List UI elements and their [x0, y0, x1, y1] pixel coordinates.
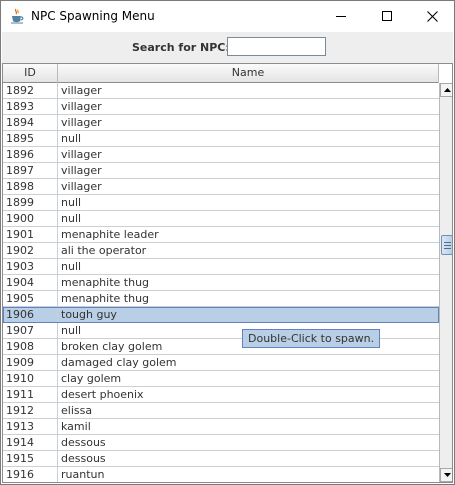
table-row[interactable]: 1894 villager	[3, 115, 439, 131]
table-row[interactable]: 1896 villager	[3, 147, 439, 163]
cell-name: villager	[61, 116, 102, 129]
cell-id: 1897	[3, 163, 58, 178]
cell-name: kamil	[61, 420, 91, 433]
table-row[interactable]: 1893 villager	[3, 99, 439, 115]
window-title: NPC Spawning Menu	[31, 9, 155, 23]
table-row[interactable]: 1911 desert phoenix	[3, 387, 439, 403]
cell-name: dessous	[61, 436, 106, 449]
cell-name: menaphite leader	[61, 228, 159, 241]
cell-name: elissa	[61, 404, 93, 417]
cell-name: desert phoenix	[61, 388, 144, 401]
cell-id: 1911	[3, 387, 58, 402]
cell-id: 1909	[3, 355, 58, 370]
cell-id: 1906	[3, 307, 58, 322]
table-row[interactable]: 1897 villager	[3, 163, 439, 179]
search-input[interactable]	[227, 37, 326, 56]
cell-id: 1905	[3, 291, 58, 306]
cell-id: 1916	[3, 467, 58, 482]
table-row[interactable]: 1906 tough guy	[3, 307, 439, 323]
cell-id: 1901	[3, 227, 58, 242]
vertical-scrollbar[interactable]	[439, 83, 452, 482]
cell-id: 1900	[3, 211, 58, 226]
table-row[interactable]: 1910 clay golem	[3, 371, 439, 387]
cell-id: 1907	[3, 323, 58, 338]
cell-id: 1896	[3, 147, 58, 162]
scroll-down-arrow-icon	[443, 473, 451, 477]
cell-name: damaged clay golem	[61, 356, 177, 369]
table-row[interactable]: 1912 elissa	[3, 403, 439, 419]
minimize-button[interactable]	[318, 1, 364, 31]
cell-name: tough guy	[61, 308, 117, 321]
cell-id: 1904	[3, 275, 58, 290]
cell-name: ruantun	[61, 468, 105, 481]
close-icon	[426, 10, 438, 22]
cell-id: 1908	[3, 339, 58, 354]
cell-id: 1893	[3, 99, 58, 114]
cell-id: 1895	[3, 131, 58, 146]
cell-id: 1903	[3, 259, 58, 274]
cell-id: 1910	[3, 371, 58, 386]
table-row[interactable]: 1903 null	[3, 259, 439, 275]
cell-id: 1899	[3, 195, 58, 210]
cell-name: villager	[61, 100, 102, 113]
scroll-up-arrow-icon	[443, 88, 451, 92]
table-row[interactable]: 1913 kamil	[3, 419, 439, 435]
cell-name: dessous	[61, 452, 106, 465]
table-row[interactable]: 1905 menaphite thug	[3, 291, 439, 307]
cell-name: villager	[61, 180, 102, 193]
cell-id: 1915	[3, 451, 58, 466]
cell-name: null	[61, 212, 82, 225]
table-row[interactable]: 1899 null	[3, 195, 439, 211]
table-row[interactable]: 1898 villager	[3, 179, 439, 195]
search-panel: Search for NPC:	[2, 32, 453, 63]
column-header-id[interactable]: ID	[3, 64, 58, 83]
table-body: 1892 villager 1893 villager 1894 villager 1895…	[3, 83, 439, 482]
java-cup-icon	[9, 8, 25, 24]
cell-name: null	[61, 132, 82, 145]
cell-id: 1894	[3, 115, 58, 130]
cell-name: null	[61, 260, 82, 273]
table-row[interactable]: 1909 damaged clay golem	[3, 355, 439, 371]
table-row[interactable]: 1902 ali the operator	[3, 243, 439, 259]
table-row[interactable]: 1900 null	[3, 211, 439, 227]
search-label: Search for NPC:	[132, 41, 230, 54]
scroll-thumb[interactable]	[441, 235, 452, 255]
cell-id: 1902	[3, 243, 58, 258]
spawn-tooltip: Double-Click to spawn.	[242, 329, 381, 348]
table-row[interactable]: 1892 villager	[3, 83, 439, 99]
cell-id: 1898	[3, 179, 58, 194]
table-header: ID Name	[3, 64, 439, 83]
table-row[interactable]: 1904 menaphite thug	[3, 275, 439, 291]
scroll-up-button[interactable]	[440, 83, 452, 97]
table-row[interactable]: 1895 null	[3, 131, 439, 147]
cell-id: 1914	[3, 435, 58, 450]
cell-id: 1892	[3, 83, 58, 98]
cell-name: menaphite thug	[61, 292, 150, 305]
cell-id: 1912	[3, 403, 58, 418]
table-row[interactable]: 1914 dessous	[3, 435, 439, 451]
table-row[interactable]: 1916 ruantun	[3, 467, 439, 482]
title-bar[interactable]: NPC Spawning Menu	[1, 1, 454, 32]
cell-name: villager	[61, 84, 102, 97]
cell-name: villager	[61, 164, 102, 177]
table-row[interactable]: 1915 dessous	[3, 451, 439, 467]
cell-name: menaphite thug	[61, 276, 150, 289]
npc-table: ID Name 1892 villager 1893 villager 1894 vill…	[2, 63, 453, 483]
cell-name: clay golem	[61, 372, 122, 385]
minimize-icon	[336, 16, 346, 17]
cell-name: villager	[61, 148, 102, 161]
column-header-name[interactable]: Name	[58, 64, 439, 83]
cell-name: null	[61, 196, 82, 209]
close-button[interactable]	[409, 1, 455, 31]
cell-id: 1913	[3, 419, 58, 434]
npc-spawning-window: NPC Spawning Menu Search for NPC: ID Nam…	[0, 0, 455, 485]
table-row[interactable]: 1901 menaphite leader	[3, 227, 439, 243]
maximize-button[interactable]	[364, 1, 410, 31]
cell-name: ali the operator	[61, 244, 147, 257]
maximize-icon	[382, 11, 392, 21]
scroll-down-button[interactable]	[440, 468, 452, 482]
